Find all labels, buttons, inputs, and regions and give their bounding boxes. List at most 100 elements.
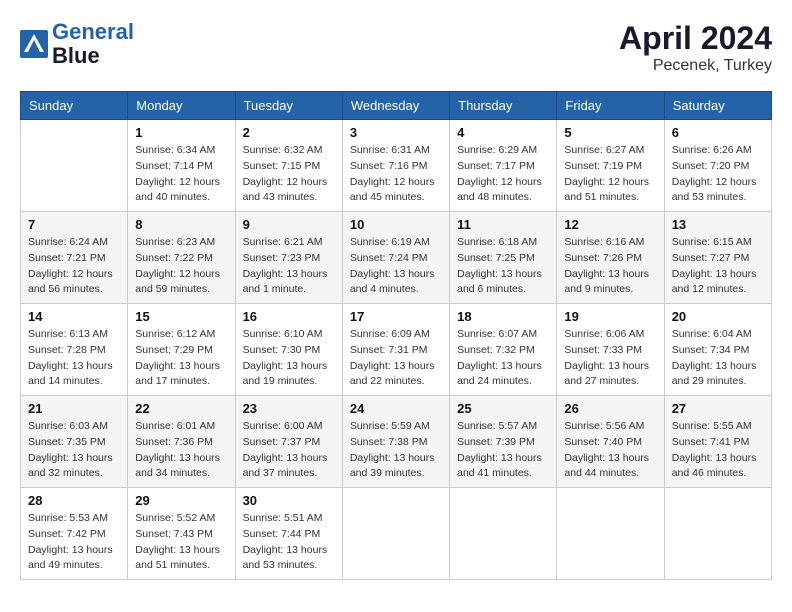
calendar-cell: 10 Sunrise: 6:19 AMSunset: 7:24 PMDayligh… [342,212,449,304]
day-info: Sunrise: 6:16 AMSunset: 7:26 PMDaylight:… [564,235,656,298]
calendar-cell: 14 Sunrise: 6:13 AMSunset: 7:28 PMDayligh… [21,304,128,396]
day-number: 10 [350,217,442,232]
location: Pecenek, Turkey [619,57,772,75]
day-number: 4 [457,125,549,140]
calendar-cell [450,488,557,580]
week-row-1: 1 Sunrise: 6:34 AMSunset: 7:14 PMDaylight… [21,120,772,212]
calendar-cell: 1 Sunrise: 6:34 AMSunset: 7:14 PMDaylight… [128,120,235,212]
calendar-cell: 2 Sunrise: 6:32 AMSunset: 7:15 PMDaylight… [235,120,342,212]
day-info: Sunrise: 5:55 AMSunset: 7:41 PMDaylight:… [672,419,764,482]
day-number: 29 [135,493,227,508]
day-number: 28 [28,493,120,508]
calendar-cell: 6 Sunrise: 6:26 AMSunset: 7:20 PMDaylight… [664,120,771,212]
calendar-cell [21,120,128,212]
weekday-header-row: SundayMondayTuesdayWednesdayThursdayFrid… [21,92,772,120]
calendar-cell: 8 Sunrise: 6:23 AMSunset: 7:22 PMDaylight… [128,212,235,304]
day-info: Sunrise: 6:26 AMSunset: 7:20 PMDaylight:… [672,143,764,206]
day-info: Sunrise: 6:18 AMSunset: 7:25 PMDaylight:… [457,235,549,298]
day-info: Sunrise: 6:00 AMSunset: 7:37 PMDaylight:… [243,419,335,482]
calendar-cell: 5 Sunrise: 6:27 AMSunset: 7:19 PMDaylight… [557,120,664,212]
weekday-header-sunday: Sunday [21,92,128,120]
day-info: Sunrise: 5:57 AMSunset: 7:39 PMDaylight:… [457,419,549,482]
calendar-cell: 28 Sunrise: 5:53 AMSunset: 7:42 PMDayligh… [21,488,128,580]
calendar-cell [342,488,449,580]
calendar-cell: 19 Sunrise: 6:06 AMSunset: 7:33 PMDayligh… [557,304,664,396]
day-info: Sunrise: 5:59 AMSunset: 7:38 PMDaylight:… [350,419,442,482]
day-info: Sunrise: 6:19 AMSunset: 7:24 PMDaylight:… [350,235,442,298]
day-number: 1 [135,125,227,140]
calendar-cell [557,488,664,580]
day-number: 25 [457,401,549,416]
day-number: 14 [28,309,120,324]
day-number: 19 [564,309,656,324]
day-info: Sunrise: 6:31 AMSunset: 7:16 PMDaylight:… [350,143,442,206]
day-info: Sunrise: 6:04 AMSunset: 7:34 PMDaylight:… [672,327,764,390]
calendar-cell: 7 Sunrise: 6:24 AMSunset: 7:21 PMDaylight… [21,212,128,304]
day-info: Sunrise: 5:53 AMSunset: 7:42 PMDaylight:… [28,511,120,574]
day-number: 22 [135,401,227,416]
calendar-cell: 27 Sunrise: 5:55 AMSunset: 7:41 PMDayligh… [664,396,771,488]
day-info: Sunrise: 6:13 AMSunset: 7:28 PMDaylight:… [28,327,120,390]
day-info: Sunrise: 6:34 AMSunset: 7:14 PMDaylight:… [135,143,227,206]
weekday-header-thursday: Thursday [450,92,557,120]
calendar-cell: 3 Sunrise: 6:31 AMSunset: 7:16 PMDaylight… [342,120,449,212]
day-number: 23 [243,401,335,416]
day-number: 2 [243,125,335,140]
day-number: 6 [672,125,764,140]
day-number: 15 [135,309,227,324]
calendar-cell: 22Sunrise: 6:01 AMSunset: 7:36 PMDayligh… [128,396,235,488]
day-number: 24 [350,401,442,416]
calendar-cell: 16Sunrise: 6:10 AMSunset: 7:30 PMDayligh… [235,304,342,396]
calendar-cell: 25 Sunrise: 5:57 AMSunset: 7:39 PMDayligh… [450,396,557,488]
day-number: 27 [672,401,764,416]
calendar-cell: 9Sunrise: 6:21 AMSunset: 7:23 PMDaylight… [235,212,342,304]
calendar-cell: 12 Sunrise: 6:16 AMSunset: 7:26 PMDayligh… [557,212,664,304]
day-number: 5 [564,125,656,140]
calendar-cell: 24 Sunrise: 5:59 AMSunset: 7:38 PMDayligh… [342,396,449,488]
day-info: Sunrise: 6:12 AMSunset: 7:29 PMDaylight:… [135,327,227,390]
day-info: Sunrise: 5:51 AMSunset: 7:44 PMDaylight:… [243,511,335,574]
calendar-table: SundayMondayTuesdayWednesdayThursdayFrid… [20,91,772,580]
day-number: 8 [135,217,227,232]
calendar-cell: 23 Sunrise: 6:00 AMSunset: 7:37 PMDayligh… [235,396,342,488]
calendar-cell: 18 Sunrise: 6:07 AMSunset: 7:32 PMDayligh… [450,304,557,396]
calendar-cell: 20 Sunrise: 6:04 AMSunset: 7:34 PMDayligh… [664,304,771,396]
day-number: 20 [672,309,764,324]
day-number: 21 [28,401,120,416]
day-number: 18 [457,309,549,324]
day-info: Sunrise: 6:03 AMSunset: 7:35 PMDaylight:… [28,419,120,482]
day-info: Sunrise: 6:10 AMSunset: 7:30 PMDaylight:… [243,327,335,390]
day-info: Sunrise: 6:06 AMSunset: 7:33 PMDaylight:… [564,327,656,390]
week-row-4: 21 Sunrise: 6:03 AMSunset: 7:35 PMDayligh… [21,396,772,488]
day-number: 30 [243,493,335,508]
logo: General Blue [20,20,134,68]
day-info: Sunrise: 6:15 AMSunset: 7:27 PMDaylight:… [672,235,764,298]
month-title: April 2024 [619,20,772,57]
day-number: 7 [28,217,120,232]
calendar-cell: 30 Sunrise: 5:51 AMSunset: 7:44 PMDayligh… [235,488,342,580]
day-number: 3 [350,125,442,140]
day-info: Sunrise: 6:07 AMSunset: 7:32 PMDaylight:… [457,327,549,390]
page-header: General Blue April 2024 Pecenek, Turkey [20,20,772,75]
weekday-header-tuesday: Tuesday [235,92,342,120]
calendar-cell: 29Sunrise: 5:52 AMSunset: 7:43 PMDayligh… [128,488,235,580]
day-info: Sunrise: 6:23 AMSunset: 7:22 PMDaylight:… [135,235,227,298]
week-row-5: 28 Sunrise: 5:53 AMSunset: 7:42 PMDayligh… [21,488,772,580]
day-info: Sunrise: 6:09 AMSunset: 7:31 PMDaylight:… [350,327,442,390]
calendar-cell: 17 Sunrise: 6:09 AMSunset: 7:31 PMDayligh… [342,304,449,396]
day-number: 17 [350,309,442,324]
day-number: 12 [564,217,656,232]
week-row-2: 7 Sunrise: 6:24 AMSunset: 7:21 PMDaylight… [21,212,772,304]
title-block: April 2024 Pecenek, Turkey [619,20,772,75]
day-info: Sunrise: 6:27 AMSunset: 7:19 PMDaylight:… [564,143,656,206]
day-number: 26 [564,401,656,416]
calendar-cell: 4Sunrise: 6:29 AMSunset: 7:17 PMDaylight… [450,120,557,212]
day-number: 11 [457,217,549,232]
weekday-header-monday: Monday [128,92,235,120]
day-info: Sunrise: 5:56 AMSunset: 7:40 PMDaylight:… [564,419,656,482]
day-info: Sunrise: 6:24 AMSunset: 7:21 PMDaylight:… [28,235,120,298]
logo-text: General Blue [52,20,134,68]
calendar-cell: 21 Sunrise: 6:03 AMSunset: 7:35 PMDayligh… [21,396,128,488]
calendar-cell: 15 Sunrise: 6:12 AMSunset: 7:29 PMDayligh… [128,304,235,396]
day-info: Sunrise: 6:32 AMSunset: 7:15 PMDaylight:… [243,143,335,206]
